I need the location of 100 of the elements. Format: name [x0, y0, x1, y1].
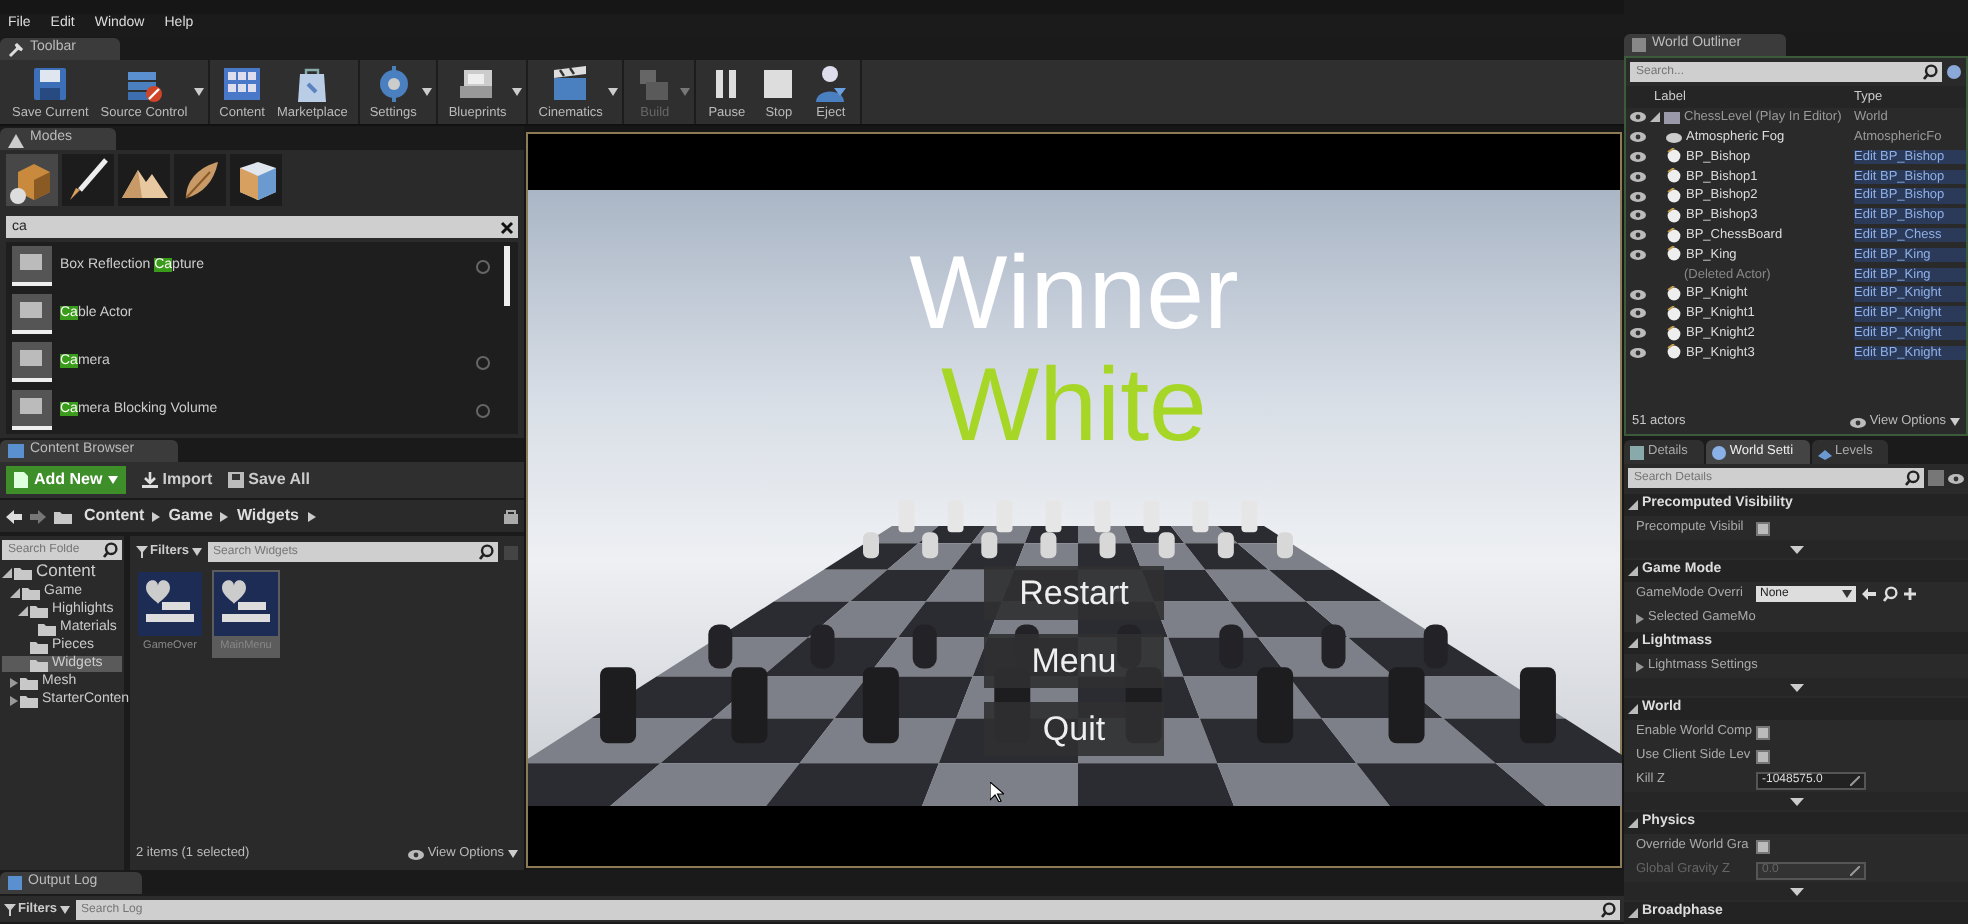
expand-arrow-icon	[1628, 638, 1638, 648]
chevron-right-icon	[152, 511, 161, 521]
mode-tab[interactable]	[174, 154, 226, 206]
cloud-icon	[1666, 129, 1682, 146]
sphere-icon	[1666, 168, 1682, 185]
search-icon	[478, 544, 494, 560]
checkbox[interactable]	[1756, 749, 1770, 763]
add-file-icon	[14, 472, 28, 488]
search-icon	[1882, 586, 1898, 602]
thumbnail-icon	[12, 246, 52, 286]
search-icon	[1922, 64, 1938, 80]
info-icon	[476, 403, 490, 417]
import-button[interactable]: Import	[142, 470, 213, 490]
grid-icon	[222, 63, 263, 104]
caret-icon	[59, 905, 70, 913]
resize-handle-icon	[1850, 865, 1860, 875]
chevron-down-icon[interactable]	[1789, 683, 1803, 691]
eye-icon	[407, 849, 424, 859]
caret-icon	[193, 88, 204, 96]
winner-name: White	[941, 350, 1207, 462]
collapsed-arrow-icon	[1636, 613, 1644, 623]
widget-thumbnail-icon	[214, 572, 278, 636]
thumbnail-icon	[12, 390, 52, 430]
globe-icon	[1711, 445, 1726, 459]
expand-arrow-icon	[1650, 112, 1660, 123]
caret-icon	[191, 548, 202, 556]
caret-icon	[512, 88, 523, 96]
eye-icon[interactable]	[1948, 473, 1964, 483]
eye-icon[interactable]	[1629, 210, 1645, 221]
checkbox[interactable]	[1756, 521, 1770, 535]
folder-tree-item[interactable]: Content	[2, 562, 122, 582]
eye-icon[interactable]	[1629, 132, 1645, 143]
expand-arrow-icon	[1628, 818, 1638, 828]
resize-handle-icon	[1850, 775, 1860, 785]
chevron-right-icon	[307, 511, 315, 521]
forward-arrow-icon[interactable]	[30, 509, 46, 523]
plus-icon[interactable]	[1904, 588, 1916, 600]
eye-icon[interactable]	[1629, 347, 1645, 358]
wrench-icon	[8, 41, 24, 57]
collapsed-arrow-icon	[1636, 661, 1644, 671]
back-arrow-icon[interactable]	[6, 509, 22, 523]
breadcrumb-link[interactable]: Content	[84, 506, 145, 526]
expand-arrow-icon	[1628, 908, 1638, 918]
sphere-icon	[1666, 148, 1682, 165]
checkbox[interactable]	[1756, 839, 1770, 853]
person-icon	[810, 63, 851, 104]
menu-button[interactable]: Menu	[984, 634, 1164, 688]
clear-icon[interactable]	[500, 220, 514, 234]
layers-icon	[1817, 445, 1832, 459]
eye-icon[interactable]	[1629, 171, 1645, 182]
info-icon	[476, 355, 490, 369]
expand-arrow-icon	[1628, 704, 1638, 714]
chevron-right-icon	[220, 511, 229, 521]
filter-icon	[4, 903, 16, 915]
caret-icon	[1842, 590, 1852, 598]
caret-icon	[422, 88, 433, 96]
search-icon	[1904, 470, 1920, 486]
add-new-button[interactable]: Add New	[6, 466, 127, 494]
caret-icon	[508, 850, 518, 858]
thumbnail-icon	[12, 342, 52, 382]
breadcrumb-link[interactable]: Widgets	[236, 506, 299, 526]
mouse-cursor-icon	[990, 782, 1004, 802]
thumbnail-icon	[12, 294, 52, 334]
checkbox[interactable]	[1756, 725, 1770, 739]
eye-icon[interactable]	[1629, 249, 1645, 260]
breadcrumb-link[interactable]: Game	[168, 506, 213, 526]
chevron-down-icon[interactable]	[1789, 887, 1803, 895]
winner-title: Winner	[909, 238, 1239, 350]
eye-icon[interactable]	[1629, 112, 1645, 123]
caret-icon	[680, 88, 691, 96]
expand-arrow-icon	[1628, 566, 1638, 576]
menu-button[interactable]: Restart	[984, 566, 1164, 620]
mode-tab[interactable]	[230, 154, 282, 206]
eye-icon[interactable]	[1629, 151, 1645, 162]
search-icon	[1600, 901, 1616, 917]
filter-icon	[136, 546, 148, 558]
mode-tab[interactable]	[6, 154, 58, 206]
download-icon	[142, 472, 159, 488]
save-all-button[interactable]: Save All	[228, 470, 310, 490]
widget-thumbnail-icon	[138, 572, 202, 636]
arrow-left-icon[interactable]	[1862, 588, 1876, 600]
caret-icon	[108, 476, 119, 484]
search-icon	[102, 542, 118, 558]
caret-icon	[1950, 418, 1960, 426]
menu-button[interactable]: Quit	[984, 702, 1164, 756]
eye-icon[interactable]	[1629, 289, 1645, 300]
eye-icon[interactable]	[1629, 308, 1645, 319]
eye-icon[interactable]	[1629, 191, 1645, 202]
caret-icon	[608, 88, 619, 96]
eye-icon[interactable]	[1629, 328, 1645, 339]
lock-icon[interactable]	[504, 508, 518, 524]
info-icon	[476, 259, 490, 273]
mode-tab[interactable]	[62, 154, 114, 206]
chevron-down-icon[interactable]	[1789, 797, 1803, 805]
eye-icon[interactable]	[1629, 230, 1645, 241]
eye-icon	[1849, 417, 1866, 427]
chevron-down-icon[interactable]	[1789, 545, 1803, 553]
expand-arrow-icon	[1628, 500, 1638, 510]
mode-tab[interactable]	[118, 154, 170, 206]
scrollbar	[504, 246, 510, 306]
